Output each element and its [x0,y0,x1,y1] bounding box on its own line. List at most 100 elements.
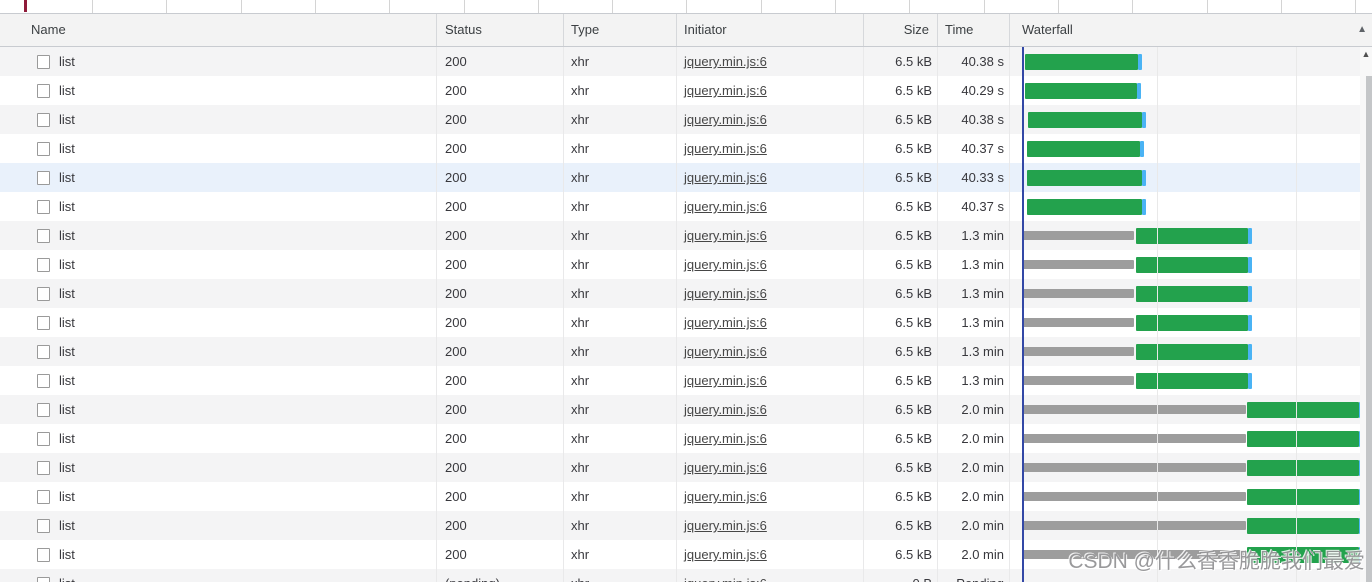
waterfall-cell[interactable] [1010,163,1372,192]
table-row[interactable]: list200xhrjquery.min.js:66.5 kB1.3 min [0,221,1372,250]
initiator-link[interactable]: jquery.min.js:6 [684,54,767,69]
initiator-link[interactable]: jquery.min.js:6 [684,373,767,388]
table-row[interactable]: list200xhrjquery.min.js:66.5 kB1.3 min [0,279,1372,308]
waterfall-cell[interactable] [1010,192,1372,221]
table-row[interactable]: list200xhrjquery.min.js:66.5 kB2.0 min [0,482,1372,511]
table-row[interactable]: list200xhrjquery.min.js:66.5 kB2.0 min [0,424,1372,453]
table-row[interactable]: list200xhrjquery.min.js:66.5 kB40.38 s [0,105,1372,134]
waterfall-download-bar [1136,315,1248,331]
network-overview-strip[interactable] [0,0,1372,14]
initiator-link[interactable]: jquery.min.js:6 [684,286,767,301]
table-row[interactable]: list200xhrjquery.min.js:66.5 kB2.0 min [0,511,1372,540]
waterfall-cell[interactable] [1010,221,1372,250]
initiator-link[interactable]: jquery.min.js:6 [684,518,767,533]
request-name: list [59,192,75,221]
row-checkbox[interactable] [37,490,50,504]
row-checkbox[interactable] [37,258,50,272]
column-header-waterfall[interactable]: Waterfall ▲ [1010,14,1372,46]
column-header-size[interactable]: Size [864,14,938,46]
row-checkbox[interactable] [37,171,50,185]
waterfall-cell[interactable] [1010,279,1372,308]
row-checkbox[interactable] [37,142,50,156]
initiator-link[interactable]: jquery.min.js:6 [684,315,767,330]
waterfall-cell[interactable] [1010,366,1372,395]
table-row[interactable]: list200xhrjquery.min.js:66.5 kB1.3 min [0,366,1372,395]
row-checkbox[interactable] [37,200,50,214]
row-checkbox[interactable] [37,432,50,446]
row-checkbox[interactable] [37,577,50,582]
column-header-time[interactable]: Time [938,14,1010,46]
table-row[interactable]: list200xhrjquery.min.js:66.5 kB40.29 s [0,76,1372,105]
initiator-link[interactable]: jquery.min.js:6 [684,402,767,417]
table-row[interactable]: list200xhrjquery.min.js:66.5 kB40.37 s [0,134,1372,163]
waterfall-cell[interactable] [1010,511,1372,540]
row-checkbox[interactable] [37,84,50,98]
waterfall-cell[interactable] [1010,395,1372,424]
request-name: list [59,395,75,424]
vertical-scrollbar[interactable]: ▲ [1360,47,1372,582]
table-row[interactable]: list200xhrjquery.min.js:66.5 kB1.3 min [0,308,1372,337]
waterfall-cell[interactable] [1010,308,1372,337]
type-cell: xhr [564,105,677,134]
waterfall-stalled-bar [1023,260,1134,269]
waterfall-cell[interactable] [1010,105,1372,134]
waterfall-download-bar [1247,518,1359,534]
waterfall-cell[interactable] [1010,134,1372,163]
row-checkbox[interactable] [37,374,50,388]
table-row[interactable]: list200xhrjquery.min.js:66.5 kB1.3 min [0,250,1372,279]
overview-gridline [389,0,390,13]
waterfall-cell[interactable] [1010,250,1372,279]
column-header-initiator[interactable]: Initiator [677,14,864,46]
scrollbar-up-icon[interactable]: ▲ [1360,49,1372,59]
waterfall-download-bar [1027,199,1142,215]
table-row[interactable]: list200xhrjquery.min.js:66.5 kB40.33 s [0,163,1372,192]
table-row[interactable]: list200xhrjquery.min.js:66.5 kB40.38 s [0,47,1372,76]
row-checkbox[interactable] [37,229,50,243]
row-checkbox[interactable] [37,345,50,359]
initiator-link[interactable]: jquery.min.js:6 [684,112,767,127]
initiator-link[interactable]: jquery.min.js:6 [684,489,767,504]
initiator-link[interactable]: jquery.min.js:6 [684,228,767,243]
sort-ascending-icon[interactable]: ▲ [1357,14,1367,45]
status-cell: 200 [437,308,564,337]
initiator-link[interactable]: jquery.min.js:6 [684,344,767,359]
scrollbar-thumb[interactable] [1366,76,1372,582]
initiator-link[interactable]: jquery.min.js:6 [684,460,767,475]
table-row[interactable]: list200xhrjquery.min.js:66.5 kB40.37 s [0,192,1372,221]
initiator-link[interactable]: jquery.min.js:6 [684,431,767,446]
time-cell: 1.3 min [938,366,1010,395]
initiator-link[interactable]: jquery.min.js:6 [684,141,767,156]
table-row[interactable]: list200xhrjquery.min.js:66.5 kB2.0 min [0,453,1372,482]
waterfall-cell[interactable] [1010,47,1372,76]
time-cell: 40.38 s [938,47,1010,76]
request-rows: list200xhrjquery.min.js:66.5 kB40.38 sli… [0,47,1372,582]
initiator-link[interactable]: jquery.min.js:6 [684,547,767,562]
row-checkbox[interactable] [37,55,50,69]
row-checkbox[interactable] [37,519,50,533]
row-checkbox[interactable] [37,113,50,127]
row-checkbox[interactable] [37,403,50,417]
waterfall-cell[interactable] [1010,482,1372,511]
initiator-link[interactable]: jquery.min.js:6 [684,170,767,185]
column-header-type[interactable]: Type [564,14,677,46]
waterfall-cell[interactable] [1010,337,1372,366]
initiator-link[interactable]: jquery.min.js:6 [684,199,767,214]
table-row[interactable]: list200xhrjquery.min.js:66.5 kB1.3 min [0,337,1372,366]
column-header-status[interactable]: Status [437,14,564,46]
initiator-link[interactable]: jquery.min.js:6 [684,83,767,98]
waterfall-stalled-bar [1023,318,1134,327]
column-header-name[interactable]: Name [0,14,437,46]
waterfall-cell[interactable] [1010,424,1372,453]
waterfall-waiting-tip [1248,315,1252,331]
waterfall-cell[interactable] [1010,453,1372,482]
initiator-link[interactable]: jquery.min.js:6 [684,257,767,272]
initiator-link[interactable]: jquery.min.js:6 [684,576,767,582]
waterfall-cell[interactable] [1010,76,1372,105]
row-checkbox[interactable] [37,548,50,562]
row-checkbox[interactable] [37,287,50,301]
waterfall-waiting-tip [1248,228,1252,244]
row-checkbox[interactable] [37,461,50,475]
row-checkbox[interactable] [37,316,50,330]
table-row[interactable]: list200xhrjquery.min.js:66.5 kB2.0 min [0,395,1372,424]
initiator-cell: jquery.min.js:6 [677,76,864,105]
